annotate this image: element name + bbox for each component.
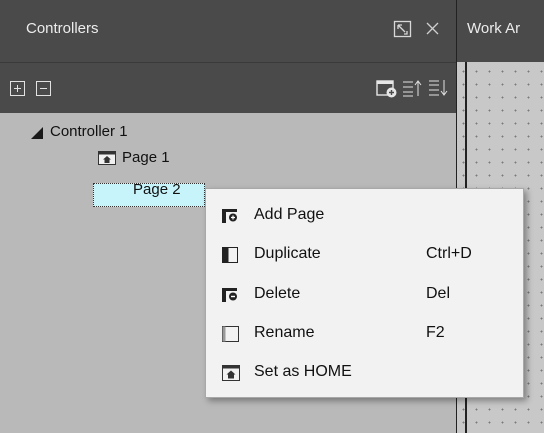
panel-title: Controllers <box>26 20 99 37</box>
menu-item-set-as-home[interactable]: Set as HOME <box>206 354 523 392</box>
panel-header: Controllers <box>0 0 456 62</box>
duplicate-icon <box>222 247 240 263</box>
menu-item-shortcut: Del <box>426 285 451 302</box>
menu-item-add-page[interactable]: Add Page <box>206 197 523 235</box>
menu-item-label: Rename <box>254 324 315 341</box>
menu-item-label: Duplicate <box>254 245 321 262</box>
home-page-icon <box>222 365 240 381</box>
work-area-tab-label: Work Ar <box>467 20 521 37</box>
page-label: Page 2 <box>133 181 181 198</box>
tab-work-area[interactable]: Work Ar <box>457 0 544 62</box>
move-down-icon[interactable] <box>428 79 448 102</box>
menu-item-label: Set as HOME <box>254 363 352 380</box>
menu-item-rename[interactable]: Rename F2 <box>206 315 523 353</box>
restore-window-icon[interactable] <box>392 18 414 40</box>
panel-toolbar <box>0 62 456 113</box>
collapse-all-icon[interactable] <box>36 81 52 102</box>
move-up-icon[interactable] <box>402 79 422 102</box>
menu-item-label: Add Page <box>254 206 325 223</box>
close-icon[interactable] <box>422 18 444 40</box>
menu-item-label: Delete <box>254 285 301 302</box>
tree-item-page-2[interactable]: Page 2 <box>93 181 205 207</box>
delete-icon <box>222 287 240 303</box>
controller-label: Controller 1 <box>50 123 128 140</box>
menu-item-shortcut: F2 <box>426 324 445 341</box>
home-page-icon <box>98 151 116 165</box>
rename-icon <box>222 326 240 342</box>
page-label: Page 1 <box>122 149 170 166</box>
expand-all-icon[interactable] <box>10 81 26 102</box>
menu-item-duplicate[interactable]: Duplicate Ctrl+D <box>206 236 523 274</box>
menu-item-delete[interactable]: Delete Del <box>206 276 523 314</box>
menu-item-shortcut: Ctrl+D <box>426 245 472 262</box>
context-menu: Add Page Duplicate Ctrl+D Delete Del Ren… <box>205 188 524 398</box>
add-page-icon[interactable] <box>376 77 398 104</box>
expanded-triangle-icon[interactable] <box>30 126 44 140</box>
add-page-icon <box>222 208 240 224</box>
